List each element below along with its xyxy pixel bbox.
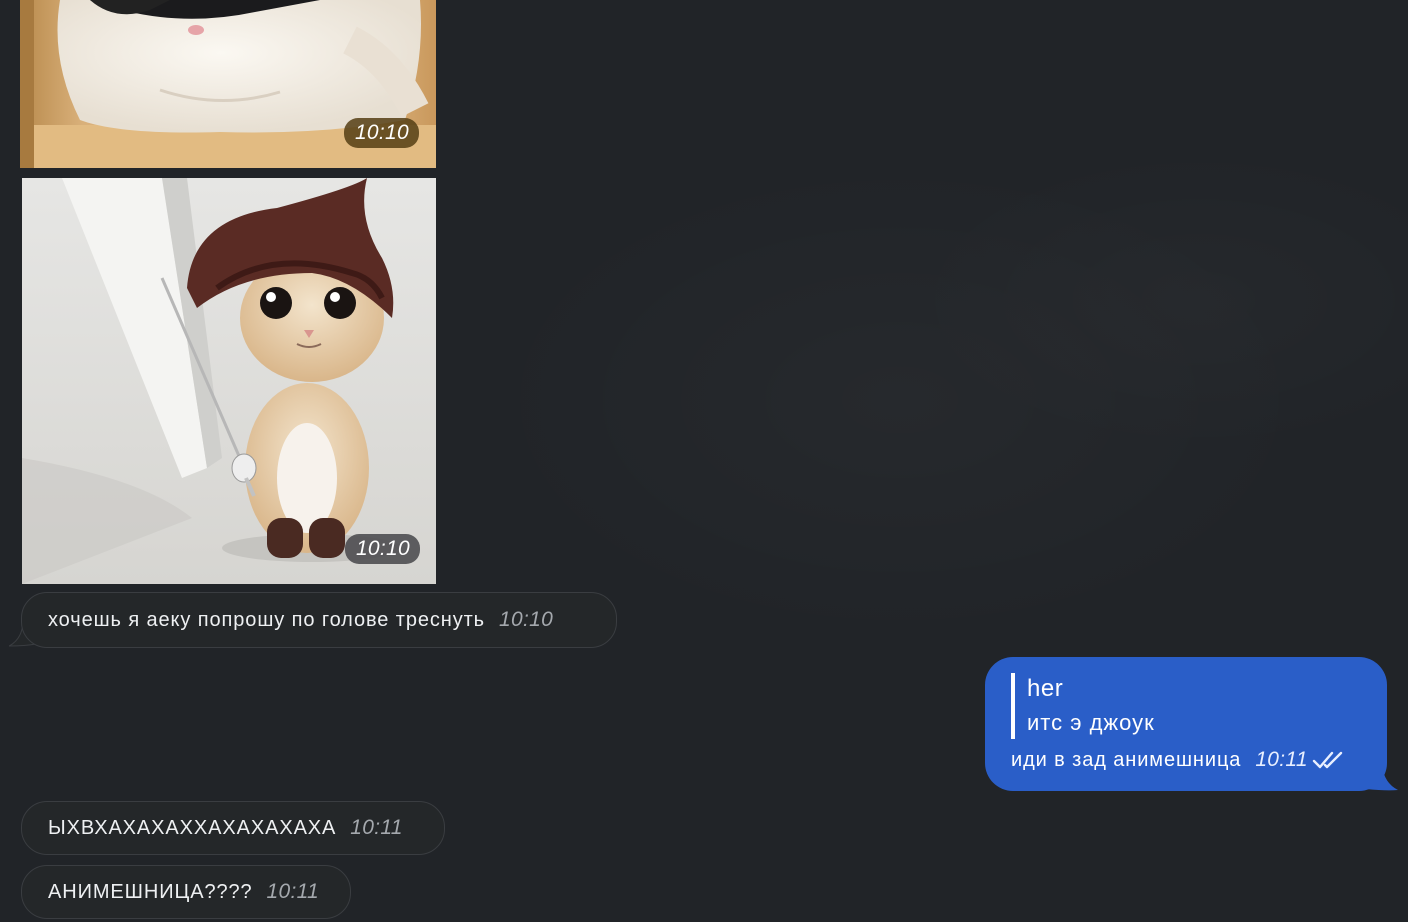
double-check-icon — [1312, 751, 1343, 769]
chat-area[interactable]: 10:10 10:10 хочешь я аеку попрошу по гол… — [0, 0, 1408, 922]
incoming-message[interactable]: ЫХВХАХАХАХХАХАХАХАХА 10:11 — [21, 801, 445, 855]
message-time: 10:10 — [343, 118, 419, 148]
photo-message-kitten-hat[interactable]: 10:10 — [22, 178, 436, 584]
message-time: 10:11 — [350, 816, 403, 839]
reply-quote[interactable]: her итс э джоук — [1011, 673, 1155, 739]
message-time: 10:11 — [1255, 748, 1308, 771]
message-time: 10:10 — [499, 608, 554, 631]
message-text: хочешь я аеку попрошу по голове треснуть — [48, 608, 485, 631]
reply-text: итс э джоук — [1027, 710, 1155, 735]
message-text: ЫХВХАХАХАХХАХАХАХАХА — [48, 816, 337, 839]
incoming-message[interactable]: хочешь я аеку попрошу по голове треснуть… — [21, 592, 617, 648]
message-text: иди в зад анимешница — [1011, 748, 1242, 771]
message-time: 10:10 — [344, 534, 420, 564]
message-text: АНИМЕШНИЦА???? — [48, 880, 253, 903]
incoming-message[interactable]: АНИМЕШНИЦА???? 10:11 — [21, 865, 351, 919]
bubble-tail-icon — [1366, 765, 1398, 791]
reply-author: her — [1027, 675, 1064, 702]
outgoing-message[interactable]: her итс э джоук иди в зад анимешница 10:… — [985, 657, 1387, 791]
kitten-hat-image — [22, 178, 436, 584]
photo-message-cat-sunglasses[interactable]: 10:10 — [20, 0, 436, 168]
message-time: 10:11 — [266, 880, 320, 903]
